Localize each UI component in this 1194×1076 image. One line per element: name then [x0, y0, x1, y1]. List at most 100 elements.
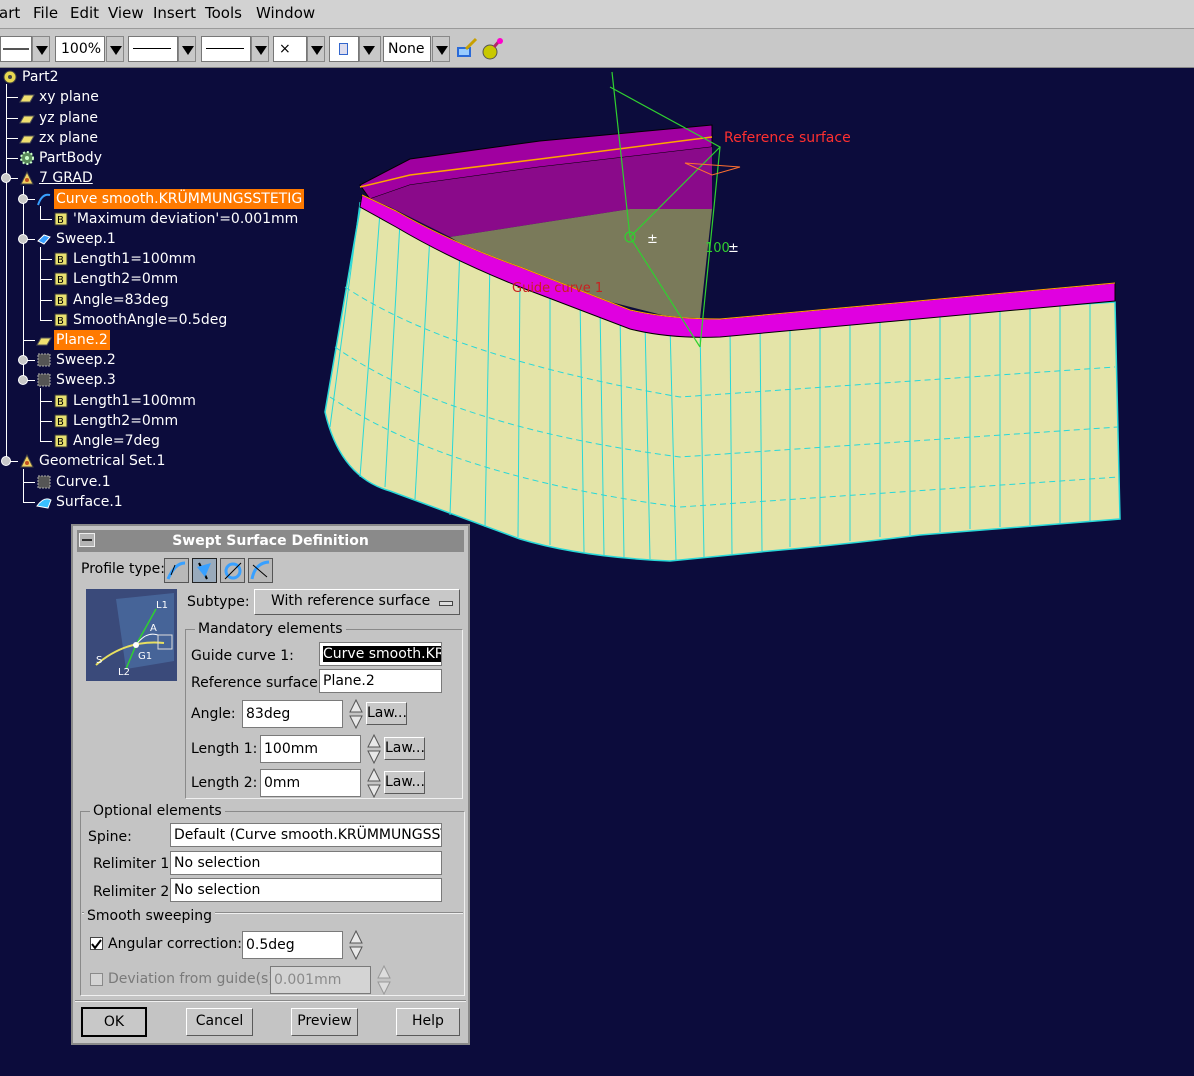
tree-label: Plane.2	[54, 330, 110, 350]
tree-label: yz plane	[39, 110, 98, 126]
profile-type-line-button[interactable]	[192, 558, 217, 583]
parameter-icon: B	[54, 414, 68, 428]
sweep-hidden-icon	[37, 373, 51, 387]
sweep-explicit-icon	[166, 561, 186, 580]
menu-file[interactable]: File	[33, 4, 58, 22]
angle-law-button[interactable]: Law...	[366, 702, 407, 725]
menu-window[interactable]: Window	[256, 4, 315, 22]
length1-law-button[interactable]: Law...	[384, 737, 425, 760]
reference-surface-label: Reference surface	[724, 130, 851, 146]
sweep-subtype-illustration: L1 A G1 S L2	[86, 589, 177, 681]
plus-minus-label-2: ±	[728, 241, 739, 256]
diagram-l1-label: L1	[156, 600, 168, 611]
tree-label: Length1=100mm	[73, 393, 196, 409]
expander-sweep1[interactable]	[18, 234, 28, 244]
length-manipulator-label: 100	[705, 241, 730, 256]
length1-spinner[interactable]	[367, 734, 381, 764]
mandatory-elements-title: Mandatory elements	[195, 621, 346, 637]
tree-label: Curve smooth.KRÜMMUNGSSTETIG	[54, 189, 305, 209]
cancel-button[interactable]: Cancel	[186, 1008, 253, 1036]
line-type-combo[interactable]	[201, 36, 251, 62]
gear-icon	[20, 151, 34, 165]
profile-type-circle-button[interactable]	[220, 558, 245, 583]
3d-viewport[interactable]: Reference surface Guide curve 1 100 ± ±	[300, 67, 1194, 567]
relimiter1-field[interactable]: No selection	[170, 851, 442, 875]
layer-combo[interactable]: None	[383, 36, 431, 62]
point-symbol-combo[interactable]: ×	[273, 36, 307, 62]
profile-type-conic-button[interactable]	[248, 558, 273, 583]
parameter-icon: B	[54, 313, 68, 327]
subtype-label: Subtype:	[187, 594, 250, 610]
menu-tools[interactable]: Tools	[205, 4, 242, 22]
line-type-arrow[interactable]	[251, 36, 269, 62]
parameter-icon: B	[54, 293, 68, 307]
preview-button[interactable]: Preview	[291, 1008, 358, 1036]
line-thickness-combo[interactable]	[128, 36, 178, 62]
reference-surface-field[interactable]: Plane.2	[319, 669, 442, 693]
expander-geoset1[interactable]	[1, 456, 11, 466]
ok-button[interactable]: OK	[81, 1007, 147, 1037]
graphic-properties-icon[interactable]	[480, 37, 504, 61]
plus-minus-label: ±	[647, 232, 658, 247]
curve-smooth-icon	[37, 193, 51, 206]
transparency-combo-arrow[interactable]	[106, 36, 124, 62]
deviation-checkbox[interactable]	[90, 973, 103, 986]
rendering-style-arrow[interactable]	[359, 36, 381, 62]
profile-type-explicit-button[interactable]	[164, 558, 189, 583]
tree-label: Sweep.1	[56, 231, 116, 247]
deviation-field[interactable]: 0.001mm	[270, 966, 371, 994]
transparency-combo[interactable]: 100%	[55, 36, 105, 62]
tree-label: zx plane	[39, 130, 98, 146]
expander-7grad[interactable]	[1, 173, 11, 183]
help-button[interactable]: Help	[396, 1008, 460, 1036]
smooth-sweeping-title: Smooth sweeping	[84, 908, 215, 924]
angle-spinner[interactable]	[349, 699, 363, 729]
spine-field[interactable]: Default (Curve smooth.KRÜMMUNGSSTE	[170, 823, 442, 847]
part-icon	[3, 70, 17, 84]
tree-label: SmoothAngle=0.5deg	[73, 312, 228, 328]
menu-insert[interactable]: Insert	[153, 4, 196, 22]
guide-curve-field[interactable]: Curve smooth.KRÜ	[319, 642, 442, 666]
length1-field[interactable]: 100mm	[260, 735, 361, 763]
line-thickness-arrow[interactable]	[178, 36, 196, 62]
angle-field[interactable]: 83deg	[242, 700, 343, 728]
color-combo-arrow[interactable]	[32, 36, 50, 62]
plane-icon	[19, 94, 35, 103]
angular-correction-label: Angular correction:	[108, 936, 242, 952]
layer-combo-arrow[interactable]	[432, 36, 450, 62]
transparency-value: 100%	[61, 41, 102, 57]
angular-correction-field[interactable]: 0.5deg	[242, 931, 343, 959]
checkmark-icon	[91, 939, 102, 950]
length2-field[interactable]: 0mm	[260, 769, 361, 797]
relimiter2-label: Relimiter 2:	[93, 884, 174, 900]
relimiter2-field[interactable]: No selection	[170, 878, 442, 902]
subtype-value: With reference surface	[271, 593, 431, 609]
format-painter-icon[interactable]	[454, 37, 478, 61]
expander-curve-smooth[interactable]	[18, 194, 28, 204]
expander-sweep2[interactable]	[18, 355, 28, 365]
guide-curve-value: Curve smooth.KRÜ	[323, 646, 441, 662]
deviation-label: Deviation from guide(s):	[108, 971, 279, 987]
window-menu-button[interactable]	[79, 533, 95, 547]
angular-correction-checkbox[interactable]	[90, 937, 103, 950]
menu-edit[interactable]: Edit	[70, 4, 99, 22]
dropdown-indicator-icon	[439, 601, 453, 606]
svg-text:B: B	[57, 296, 64, 307]
point-symbol-arrow[interactable]	[307, 36, 325, 62]
relimiter1-label: Relimiter 1:	[93, 856, 174, 872]
subtype-dropdown[interactable]: With reference surface	[254, 589, 460, 615]
tree-label: Length2=0mm	[73, 413, 179, 429]
expander-sweep3[interactable]	[18, 375, 28, 385]
diagram-s-label: S	[96, 655, 102, 666]
menu-view[interactable]: View	[108, 4, 144, 22]
angular-correction-spinner[interactable]	[349, 930, 363, 960]
diagram-l2-label: L2	[118, 667, 130, 678]
rendering-style-combo[interactable]	[329, 36, 359, 62]
color-combo[interactable]	[0, 36, 32, 62]
menu-start[interactable]: art	[0, 4, 20, 22]
deviation-spinner[interactable]	[377, 965, 391, 995]
tree-label: Sweep.3	[56, 372, 116, 388]
tree-label: Sweep.2	[56, 352, 116, 368]
length2-law-button[interactable]: Law...	[384, 771, 425, 794]
length2-spinner[interactable]	[367, 768, 381, 798]
